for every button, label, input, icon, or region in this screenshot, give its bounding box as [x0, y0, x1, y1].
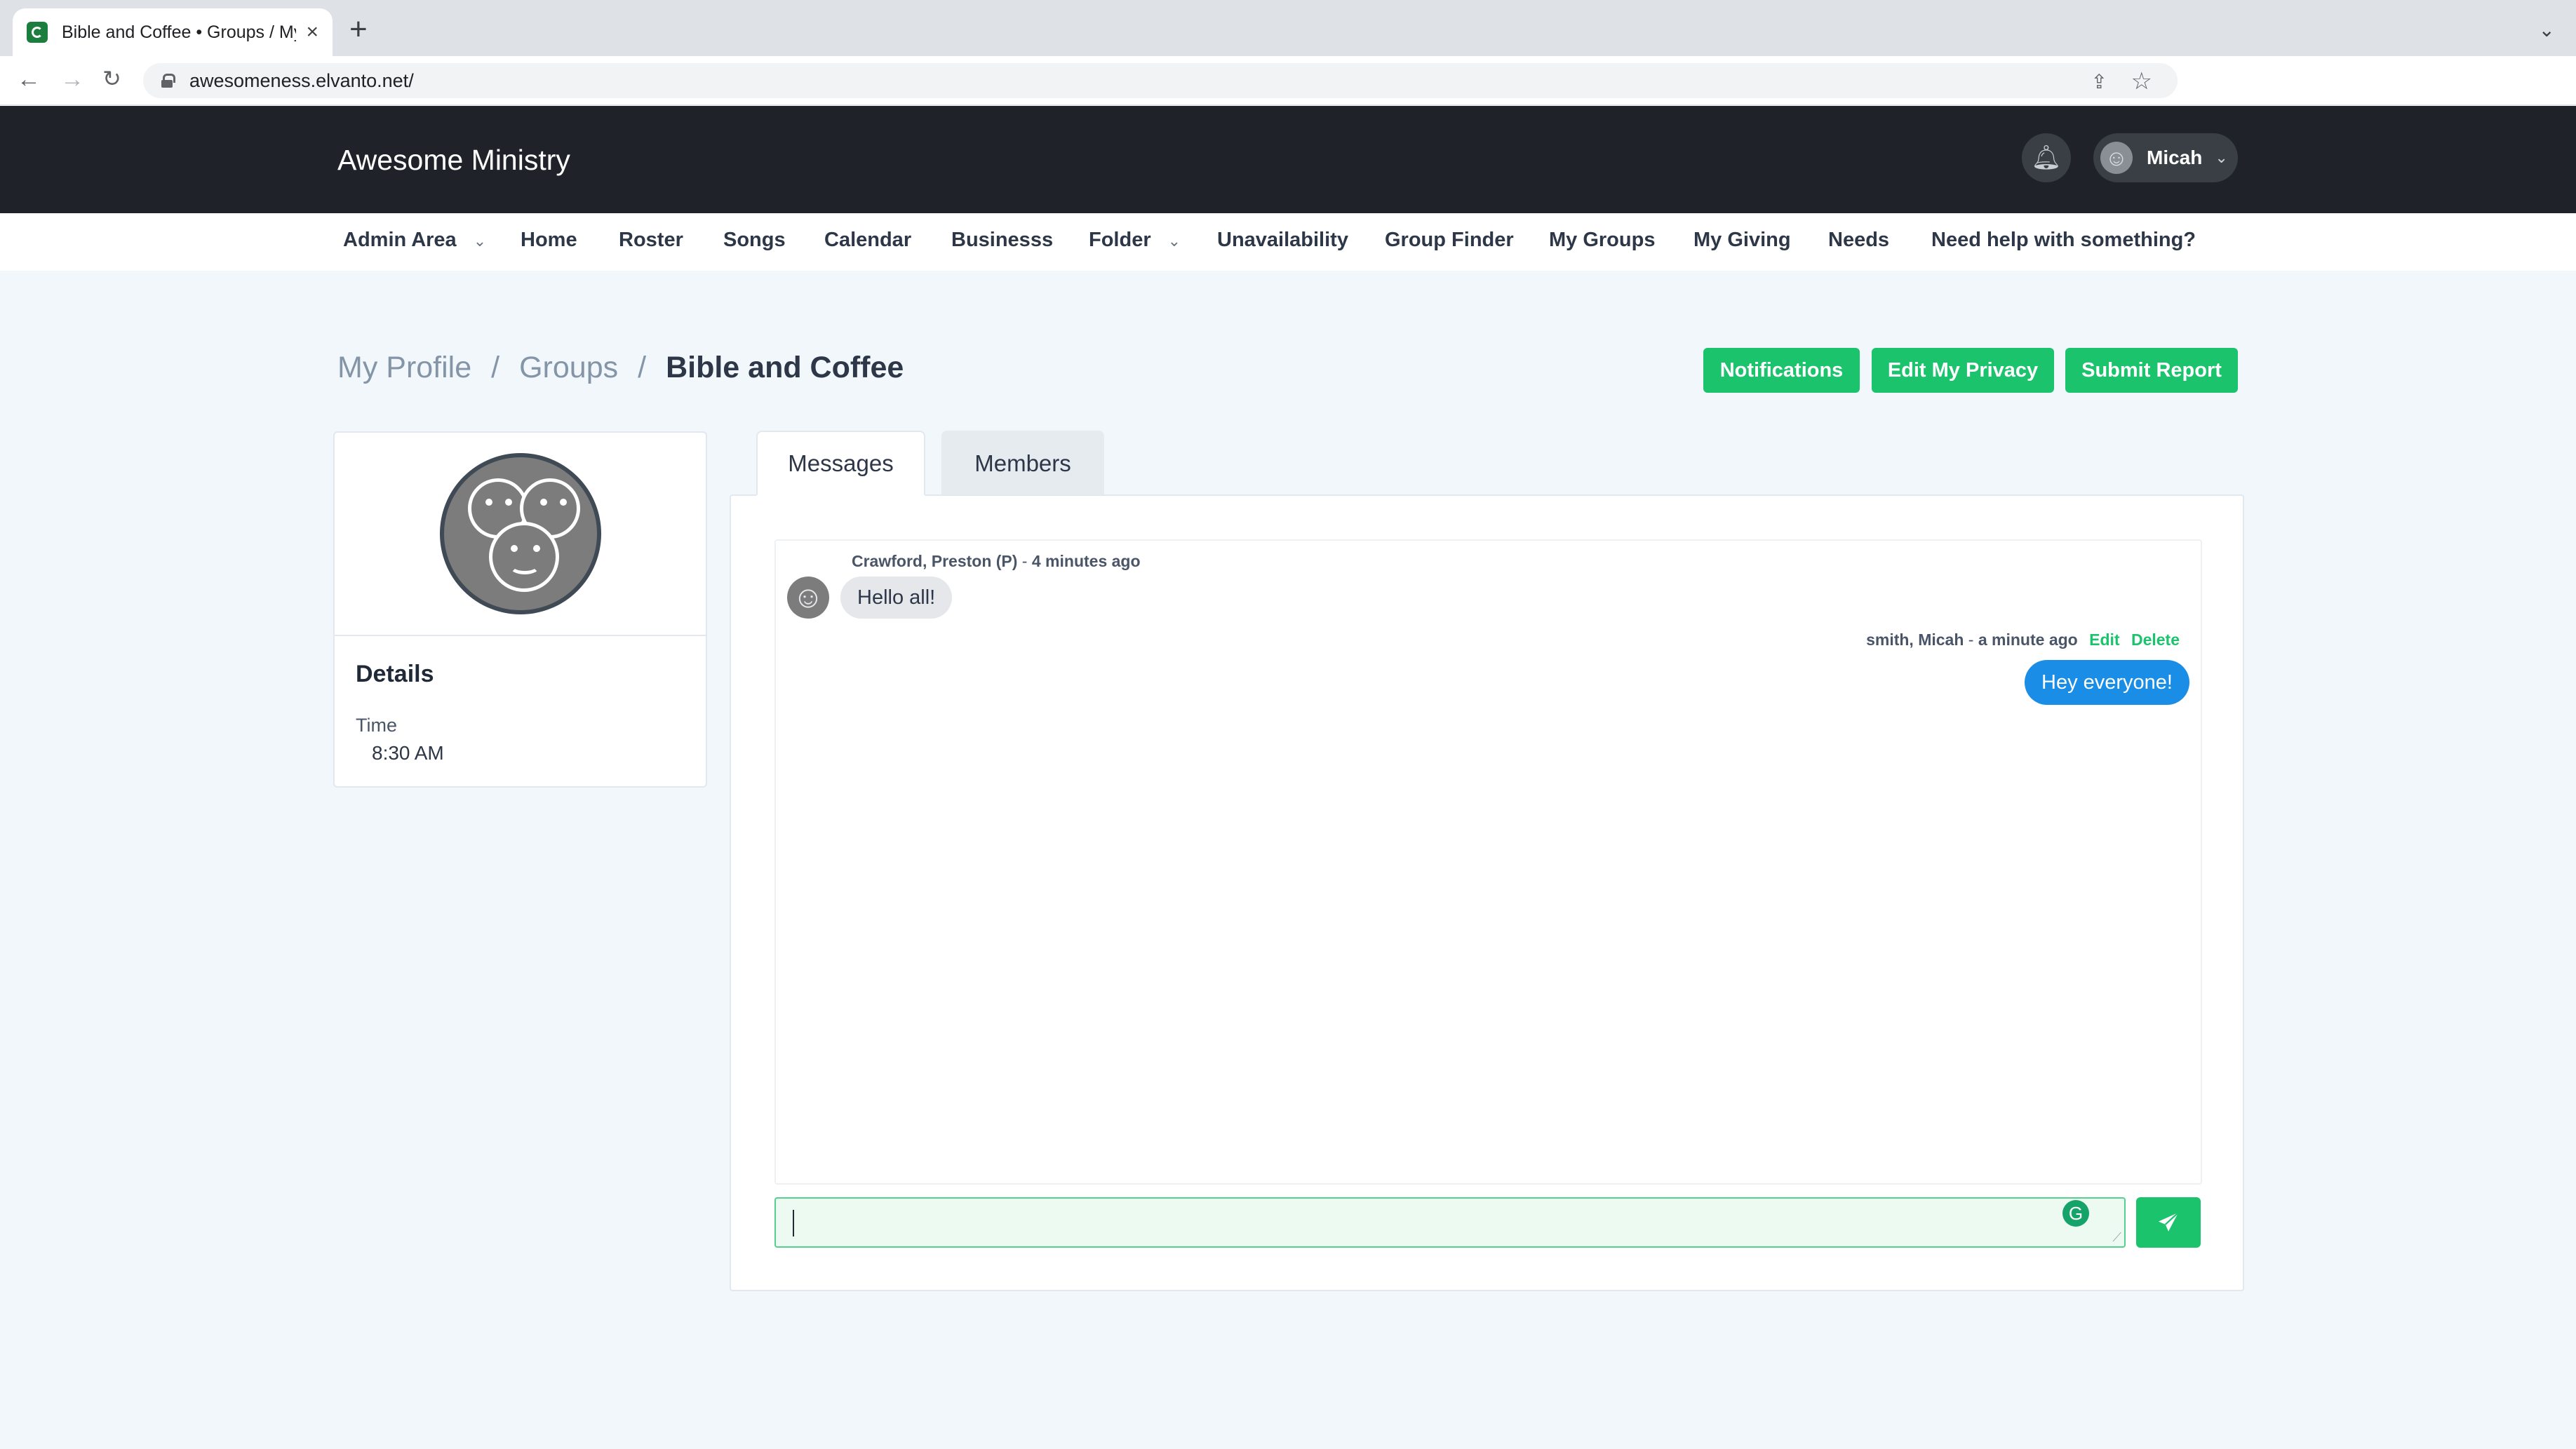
tab-members[interactable]: Members — [941, 431, 1104, 496]
paper-plane-icon — [2158, 1212, 2179, 1232]
nav-label: Admin Area — [343, 229, 457, 251]
page-title: Bible and Coffee — [666, 351, 904, 384]
group-photo — [335, 433, 706, 636]
nav-label: Folder — [1089, 229, 1151, 251]
chevron-down-icon: ⌄ — [473, 232, 487, 250]
nav-item-unavailability[interactable]: Unavailability — [1217, 229, 1348, 252]
notifications-button[interactable]: Notifications — [1703, 348, 1860, 393]
user-name: Micah — [2147, 147, 2203, 168]
messages-panel: Crawford, Preston (P) - 4 minutes ago ☺ … — [730, 494, 2244, 1291]
send-button[interactable] — [2136, 1197, 2201, 1248]
details-heading: Details — [356, 661, 434, 687]
message-age: 4 minutes ago — [1031, 552, 1141, 570]
new-tab-button[interactable]: + — [349, 14, 368, 45]
delete-message-link[interactable]: Delete — [2131, 631, 2180, 649]
message-thread[interactable]: Crawford, Preston (P) - 4 minutes ago ☺ … — [774, 539, 2202, 1185]
breadcrumb: My Profile / Groups / Bible and Coffee — [337, 351, 904, 385]
close-tab-icon[interactable]: × — [306, 20, 318, 44]
url-text: awesomeness.elvanto.net/ — [189, 69, 414, 91]
bookmark-star-icon[interactable]: ☆ — [2131, 67, 2152, 95]
group-details-card: Details Time 8:30 AM — [333, 431, 707, 788]
message-input[interactable]: G ⟋ — [774, 1197, 2126, 1248]
breadcrumb-separator: / — [638, 351, 647, 384]
share-icon[interactable]: ⇪ — [2091, 70, 2107, 93]
tab-search-chevron-icon[interactable]: ⌄ — [2539, 18, 2555, 41]
grammarly-icon[interactable]: G — [2062, 1200, 2089, 1227]
breadcrumb-my-profile[interactable]: My Profile — [337, 351, 471, 384]
nav-item-my-groups[interactable]: My Groups — [1549, 229, 1655, 252]
group-avatar-icon — [439, 453, 601, 614]
face-shape — [488, 522, 559, 592]
message-author: Crawford, Preston (P) — [852, 552, 1018, 570]
text-cursor — [793, 1210, 794, 1236]
breadcrumb-separator: / — [491, 351, 500, 384]
tab-messages[interactable]: Messages — [756, 431, 925, 496]
brand-title[interactable]: Awesome Ministry — [337, 144, 570, 177]
time-label: Time — [356, 715, 397, 736]
elvanto-favicon-icon — [27, 22, 48, 43]
browser-tabstrip: Bible and Coffee • Groups / My × + ⌄ — [0, 0, 2576, 56]
nav-item-calendar[interactable]: Calendar — [824, 229, 911, 252]
lock-icon — [161, 74, 175, 88]
message-meta: Crawford, Preston (P) - 4 minutes ago — [852, 552, 1141, 570]
sender-avatar: ☺ — [787, 577, 829, 619]
edit-my-privacy-button[interactable]: Edit My Privacy — [1872, 348, 2054, 393]
chevron-down-icon: ⌄ — [1167, 232, 1181, 250]
breadcrumb-groups[interactable]: Groups — [519, 351, 618, 384]
browser-tab[interactable]: Bible and Coffee • Groups / My × — [13, 8, 333, 56]
main-nav: Admin Area ⌄ Home Roster Songs Calendar B… — [0, 213, 2576, 271]
message-author: smith, Micah — [1866, 631, 1964, 649]
message-age: a minute ago — [1978, 631, 2078, 649]
nav-item-my-giving[interactable]: My Giving — [1693, 229, 1791, 252]
nav-item-songs[interactable]: Songs — [723, 229, 786, 252]
nav-item-needs[interactable]: Needs — [1828, 229, 1889, 252]
user-avatar: ☺ — [2100, 142, 2133, 174]
nav-item-help[interactable]: Need help with something? — [1931, 229, 2196, 252]
nav-item-group-finder[interactable]: Group Finder — [1385, 229, 1514, 252]
nav-item-folder[interactable]: Folder ⌄ — [1089, 229, 1181, 252]
browser-tab-title: Bible and Coffee • Groups / My — [62, 22, 297, 42]
chevron-down-icon: ⌄ — [2215, 149, 2228, 166]
reload-icon[interactable]: ↻ — [102, 67, 121, 90]
time-value: 8:30 AM — [372, 742, 444, 764]
address-bar[interactable]: awesomeness.elvanto.net/ ⇪ ☆ — [143, 63, 2178, 98]
message-meta: smith, Micah - a minute ago Edit Delete — [1866, 631, 2180, 649]
nav-item-admin-area[interactable]: Admin Area ⌄ — [343, 229, 486, 252]
message-bubble-own: Hey everyone! — [2025, 660, 2189, 705]
browser-toolbar: ← → ↻ awesomeness.elvanto.net/ ⇪ ☆ — [0, 56, 2576, 105]
nav-item-home[interactable]: Home — [521, 229, 577, 252]
resize-handle-icon[interactable]: ⟋ — [2112, 1230, 2121, 1245]
edit-message-link[interactable]: Edit — [2089, 631, 2119, 649]
app-header: Awesome Ministry 🔔︎ ☺ Micah ⌄ — [0, 106, 2576, 213]
notifications-bell-icon[interactable]: 🔔︎ — [2022, 133, 2071, 182]
forward-arrow-icon[interactable]: → — [60, 67, 84, 91]
user-menu-button[interactable]: ☺ Micah ⌄ — [2093, 133, 2238, 182]
back-arrow-icon[interactable]: ← — [17, 67, 41, 91]
nav-item-businesss[interactable]: Businesss — [951, 229, 1053, 252]
nav-item-roster[interactable]: Roster — [619, 229, 683, 252]
message-bubble: Hello all! — [840, 577, 953, 619]
submit-report-button[interactable]: Submit Report — [2065, 348, 2238, 393]
